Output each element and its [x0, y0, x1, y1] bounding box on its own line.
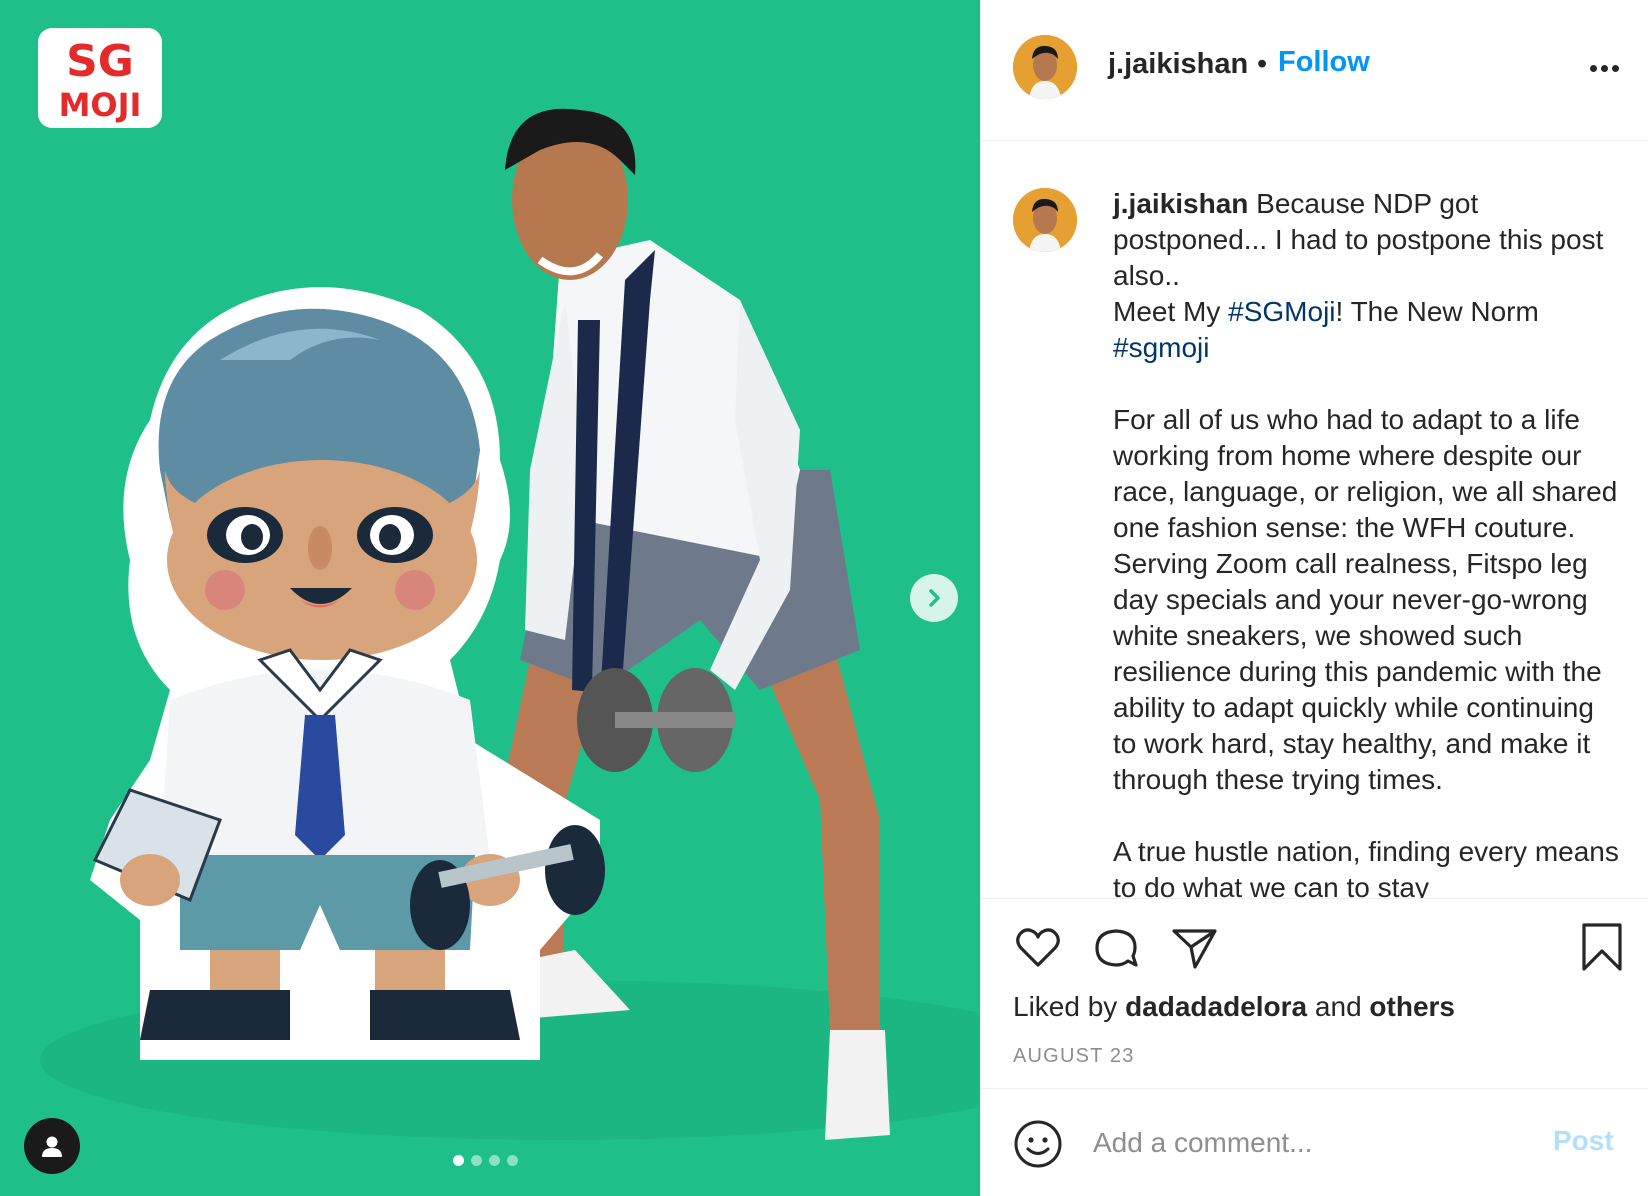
- author-avatar[interactable]: [1013, 35, 1077, 99]
- post-date[interactable]: AUGUST 23: [1013, 1045, 1135, 1068]
- likes-summary: Liked by dadadadelora and others: [1013, 991, 1455, 1023]
- caption-area[interactable]: j.jaikishan Because NDP got postponed...…: [981, 142, 1648, 898]
- comment-input[interactable]: [1093, 1123, 1513, 1163]
- caption-text: Meet My: [1113, 296, 1229, 327]
- share-icon[interactable]: [1169, 923, 1219, 973]
- carousel-dot: [489, 1155, 500, 1166]
- post-photo: [0, 0, 980, 1196]
- likes-prefix: Liked by: [1013, 991, 1126, 1022]
- likes-middle: and: [1307, 991, 1370, 1022]
- caption-line2: Meet My #SGMoji! The New Norm #sgmoji: [1113, 294, 1623, 366]
- carousel-dot: [453, 1155, 464, 1166]
- comment-bar: Post: [981, 1088, 1648, 1196]
- likes-others-link[interactable]: others: [1369, 991, 1455, 1022]
- post-header: j.jaikishan • Follow: [981, 0, 1648, 141]
- post-caption: j.jaikishan Because NDP got postponed...…: [1113, 186, 1623, 898]
- svg-text:MOJI: MOJI: [59, 86, 142, 124]
- carousel-next-button[interactable]: [910, 574, 958, 622]
- comment-icon[interactable]: [1091, 923, 1141, 973]
- more-options-icon[interactable]: [1584, 56, 1624, 80]
- instagram-post: SG MOJI j.jaikishan • Follow j.jaikishan…: [0, 0, 1648, 1196]
- caption-paragraph: For all of us who had to adapt to a life…: [1113, 404, 1618, 795]
- post-side-panel: j.jaikishan • Follow j.jaikishan Because…: [980, 0, 1648, 1196]
- carousel-dot: [507, 1155, 518, 1166]
- carousel-indicator: [453, 1155, 518, 1166]
- emoji-icon[interactable]: [1013, 1119, 1063, 1169]
- tagged-users-button[interactable]: [24, 1118, 80, 1174]
- author-username[interactable]: j.jaikishan: [1108, 48, 1248, 81]
- hashtag-link[interactable]: #SGMoji: [1228, 296, 1335, 327]
- svg-text:SG: SG: [66, 36, 134, 87]
- caption-intro: j.jaikishan Because NDP got postponed...…: [1113, 186, 1623, 294]
- follow-button[interactable]: Follow: [1278, 46, 1370, 79]
- heart-icon[interactable]: [1013, 923, 1063, 973]
- sgmoji-logo: SG MOJI: [38, 28, 162, 128]
- bookmark-icon[interactable]: [1579, 921, 1625, 973]
- carousel-dot: [471, 1155, 482, 1166]
- liker-username[interactable]: dadadadelora: [1125, 991, 1307, 1022]
- caption-avatar[interactable]: [1013, 188, 1077, 252]
- avatar-image: [1013, 35, 1077, 99]
- hashtag-link[interactable]: #sgmoji: [1113, 332, 1209, 363]
- post-comment-button[interactable]: Post: [1553, 1125, 1614, 1157]
- chevron-right-icon: [929, 589, 940, 607]
- caption-username[interactable]: j.jaikishan: [1113, 188, 1248, 219]
- post-actions: Liked by dadadadelora and others AUGUST …: [981, 898, 1648, 1088]
- separator-dot: •: [1257, 48, 1268, 80]
- post-media[interactable]: SG MOJI: [0, 0, 980, 1196]
- avatar-image: [1013, 188, 1077, 252]
- caption-paragraph: A true hustle nation, finding every mean…: [1113, 836, 1619, 898]
- user-tag-icon: [42, 1136, 62, 1157]
- caption-text: ! The New Norm: [1335, 296, 1539, 327]
